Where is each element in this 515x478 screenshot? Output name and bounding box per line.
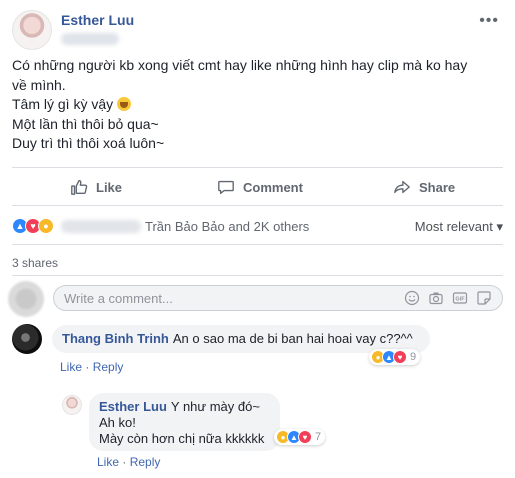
comment-like-link[interactable]: Like: [60, 360, 82, 374]
camera-icon[interactable]: [428, 290, 444, 306]
divider-top: [12, 167, 503, 168]
more-options-button[interactable]: •••: [479, 12, 499, 30]
comment-actions: Like · Reply: [60, 360, 124, 374]
gif-icon[interactable]: GIF: [452, 290, 468, 306]
reaction-summary[interactable]: Trần Bảo Bảo and 2K others: [145, 219, 309, 234]
post-meta-blurred: [61, 33, 119, 45]
viewer-avatar: [8, 281, 44, 317]
like-label: Like: [96, 179, 123, 195]
comment-reaction-count: 9: [410, 351, 417, 363]
post-author[interactable]: Esther Luu: [61, 12, 134, 28]
comment-text: An o sao ma de bi ban hai hoai vay c??^^: [172, 331, 413, 346]
comment-input[interactable]: Write a comment... GIF: [53, 285, 503, 311]
share-arrow-icon: [394, 180, 410, 194]
post-body: Có những người kb xong viết cmt hay like…: [12, 56, 502, 154]
reply-reply-link[interactable]: Reply: [130, 455, 161, 469]
post-line-5: Duy trì thì thôi xoá luôn~: [12, 135, 165, 151]
divider-mid: [12, 205, 503, 206]
reaction-icons[interactable]: ▲ ♥ ●: [12, 218, 141, 234]
post-line-3: Tâm lý gì kỳ vậy: [12, 95, 502, 115]
love-reaction-icon: ♥: [393, 350, 407, 364]
haha-reaction-icon: ●: [38, 218, 54, 234]
author-avatar[interactable]: [12, 10, 52, 50]
sort-dropdown[interactable]: Most relevant ▾: [415, 219, 503, 235]
reply-author-avatar[interactable]: [62, 395, 82, 415]
comment-icon: [218, 180, 234, 194]
reply-line-1-row: Esther Luu Y như mày đó~: [99, 399, 270, 415]
comment-button[interactable]: Comment: [217, 178, 303, 196]
post-line-1: Có những người kb xong viết cmt hay like…: [12, 57, 468, 73]
comment-reply-link[interactable]: Reply: [93, 360, 124, 374]
commenter-name[interactable]: Thang Binh Trinh: [62, 331, 169, 346]
post-line-2: về mình.: [12, 76, 66, 93]
comment-placeholder: Write a comment...: [64, 291, 173, 306]
reply-bubble: Esther Luu Y như mày đó~ Ah ko! Mày còn h…: [89, 393, 280, 451]
svg-text:GIF: GIF: [455, 297, 465, 303]
crying-laughing-emoji-icon: [117, 97, 132, 111]
reply-line-1: Y như mày đó~: [170, 399, 260, 414]
love-reaction-icon: ♥: [298, 430, 312, 444]
comment-reactions[interactable]: ● ▲ ♥ 9: [369, 349, 421, 365]
reply-actions: Like · Reply: [97, 455, 161, 469]
divider-reactions: [12, 244, 503, 245]
reply-author-name[interactable]: Esther Luu: [99, 399, 167, 414]
reply-line-3: Mày còn hơn chị nữa kkkkkk: [99, 431, 265, 446]
reply-reactions[interactable]: ● ▲ ♥ 7: [274, 429, 326, 445]
comment-tools: GIF: [404, 290, 492, 306]
sticker-icon[interactable]: [476, 290, 492, 306]
shares-count[interactable]: 3 shares: [12, 256, 58, 270]
reply-like-link[interactable]: Like: [97, 455, 119, 469]
share-label: Share: [419, 179, 456, 195]
commenter-avatar[interactable]: [12, 324, 42, 354]
comment-label: Comment: [243, 179, 303, 195]
sort-label: Most relevant: [414, 219, 493, 234]
reply-line-2: Ah ko!: [99, 415, 136, 430]
chevron-down-icon: ▾: [496, 219, 503, 234]
emoji-icon[interactable]: [404, 290, 420, 306]
share-button[interactable]: Share: [393, 178, 455, 196]
divider-shares: [12, 275, 503, 276]
reply-reaction-count: 7: [315, 431, 322, 443]
reactor-blurred: [61, 219, 141, 233]
post-line-3-text: Tâm lý gì kỳ vậy: [12, 96, 114, 112]
like-button[interactable]: Like: [70, 178, 122, 196]
thumbs-up-icon: [71, 180, 88, 195]
post-line-4: Một lần thì thôi bỏ qua~: [12, 115, 159, 132]
